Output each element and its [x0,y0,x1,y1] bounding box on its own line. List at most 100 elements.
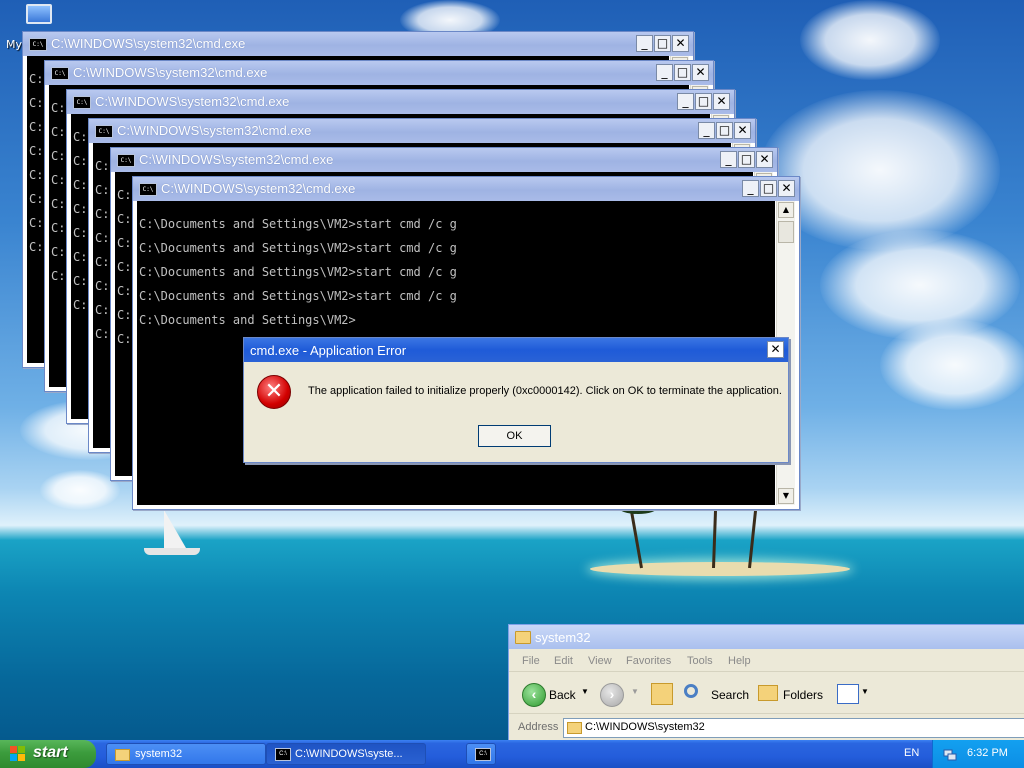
dropdown-arrow-icon[interactable]: ▼ [861,687,869,696]
minimize-button[interactable]: _ [677,93,694,110]
menu-help[interactable]: Help [728,655,751,667]
network-icon[interactable] [943,747,957,761]
console-line: C: [95,279,110,293]
maximize-button[interactable]: □ [654,35,671,52]
maximize-button[interactable]: □ [716,122,733,139]
minimize-button[interactable]: _ [720,151,737,168]
folders-icon[interactable] [758,685,778,701]
taskbar: start system32 C:\ C:\WINDOWS\syste... C… [0,740,1024,768]
cmd-icon: C:\ [275,748,291,761]
application-error-dialog[interactable]: cmd.exe - Application Error ✕ ✕ The appl… [243,337,789,463]
close-button[interactable]: ✕ [713,93,730,110]
console-line: C: [117,284,132,298]
title-bar[interactable]: C:\ C:\WINDOWS\system32\cmd.exe _ □ ✕ [23,32,693,56]
console-line: C: [117,332,132,346]
console-line: C: [51,245,66,259]
palm-tree [629,508,643,569]
language-indicator[interactable]: EN [904,747,919,759]
maximize-button[interactable]: □ [674,64,691,81]
search-button[interactable]: Search [711,688,749,702]
menu-favorites[interactable]: Favorites [626,655,671,667]
address-label: Address [518,721,559,733]
taskbar-item-cmd-group[interactable]: C:\ [466,743,496,765]
maximize-button[interactable]: □ [760,180,777,197]
menu-tools[interactable]: Tools [687,655,713,667]
clock: 6:32 PM [967,747,1008,759]
windows-flag-icon [10,746,26,762]
back-arrow-icon[interactable]: ‹ [522,683,546,707]
scroll-down-icon[interactable]: ▼ [778,488,794,504]
task-label: C:\WINDOWS\syste... [295,748,403,760]
title-bar[interactable]: C:\ C:\WINDOWS\system32\cmd.exe _ □ ✕ [67,90,734,114]
window-title: C:\WINDOWS\system32\cmd.exe [117,123,312,138]
back-button[interactable]: Back [549,688,576,702]
title-bar[interactable]: C:\ C:\WINDOWS\system32\cmd.exe _ □ ✕ [89,119,755,143]
address-input[interactable]: C:\WINDOWS\system32 [563,718,1024,738]
console-line: C: [51,101,66,115]
console-line: C: [51,125,66,139]
my-computer-icon[interactable] [20,2,54,32]
title-bar[interactable]: C:\ C:\WINDOWS\system32\cmd.exe _ □ ✕ [133,177,799,201]
palm-tree [712,499,718,569]
console-line: C:\Documents and Settings\VM2>start cmd … [139,265,457,279]
dialog-title-bar[interactable]: cmd.exe - Application Error ✕ [244,338,788,362]
window-title: system32 [535,630,591,645]
console-line: C: [73,202,88,216]
close-button[interactable]: ✕ [734,122,751,139]
minimize-button[interactable]: _ [656,64,673,81]
maximize-button[interactable]: □ [738,151,755,168]
start-label: start [33,744,68,761]
console-line: C:\Documents and Settings\VM2> [139,313,356,327]
console-line: C: [51,173,66,187]
views-icon[interactable] [837,684,859,704]
close-button[interactable]: ✕ [778,180,795,197]
console-line: C: [29,216,44,230]
console-line: C: [95,183,110,197]
console-line: C: [51,149,66,163]
title-bar[interactable]: system32 [509,625,1024,649]
console-line: C: [29,168,44,182]
scroll-up-icon[interactable]: ▲ [778,202,794,218]
minimize-button[interactable]: _ [742,180,759,197]
minimize-button[interactable]: _ [698,122,715,139]
console-line: C: [29,144,44,158]
window-title: C:\WINDOWS\system32\cmd.exe [139,152,334,167]
taskbar-item-cmd[interactable]: C:\ C:\WINDOWS\syste... [266,743,426,765]
address-value: C:\WINDOWS\system32 [585,721,705,733]
console-line: C: [117,308,132,322]
dropdown-arrow-icon[interactable]: ▼ [581,687,589,696]
cmd-icon: C:\ [73,96,91,109]
close-button[interactable]: ✕ [756,151,773,168]
console-line: C: [95,207,110,221]
console-line: C:\Documents and Settings\VM2>start cmd … [139,217,457,231]
minimize-button[interactable]: _ [636,35,653,52]
close-button[interactable]: ✕ [767,341,784,358]
folder-icon [515,631,531,644]
menu-edit[interactable]: Edit [554,655,573,667]
title-bar[interactable]: C:\ C:\WINDOWS\system32\cmd.exe _ □ ✕ [45,61,713,85]
console-line: C: [73,226,88,240]
menu-view[interactable]: View [588,655,612,667]
close-button[interactable]: ✕ [692,64,709,81]
cmd-icon: C:\ [51,67,69,80]
explorer-window[interactable]: system32 File Edit View Favorites Tools … [508,624,1024,746]
task-label: system32 [135,748,183,760]
maximize-button[interactable]: □ [695,93,712,110]
error-x-icon: ✕ [257,375,291,409]
console-line: C: [29,120,44,134]
up-folder-icon[interactable] [651,683,673,705]
taskbar-item-system32[interactable]: system32 [106,743,266,765]
menu-file[interactable]: File [522,655,540,667]
start-button[interactable]: start [0,740,96,768]
scroll-thumb[interactable] [778,221,794,243]
console-line: C: [117,212,132,226]
title-bar[interactable]: C:\ C:\WINDOWS\system32\cmd.exe _ □ ✕ [111,148,777,172]
toolbar: ‹ Back ▼ › ▼ Search Folders ▼ [509,675,1024,714]
ok-button[interactable]: OK [478,425,551,447]
folders-button[interactable]: Folders [783,688,823,702]
search-icon[interactable] [684,684,698,698]
dropdown-arrow-icon[interactable]: ▼ [631,687,639,696]
forward-arrow-icon[interactable]: › [600,683,624,707]
close-button[interactable]: ✕ [672,35,689,52]
console-line: C:\Documents and Settings\VM2>start cmd … [139,289,457,303]
